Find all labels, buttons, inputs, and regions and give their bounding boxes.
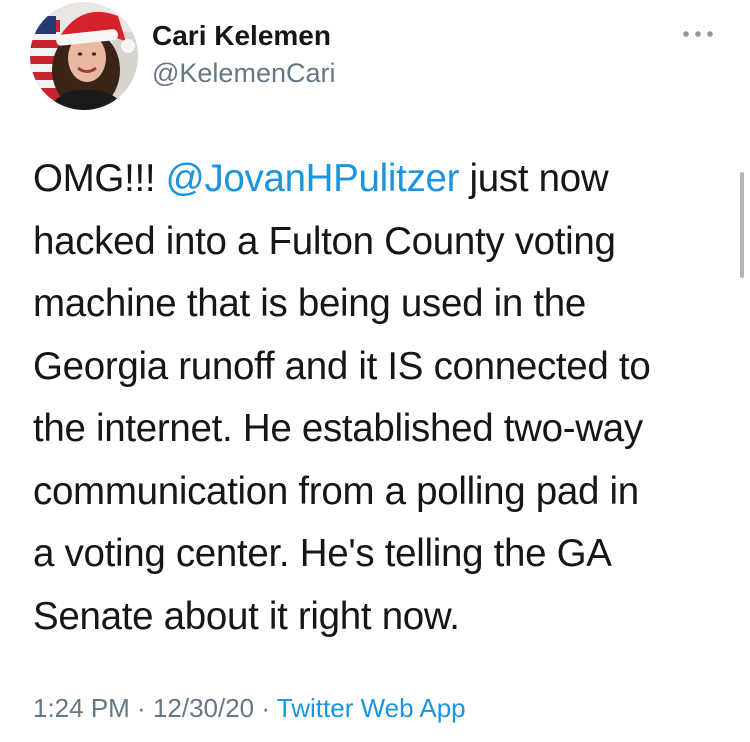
author-handle[interactable]: @KelemenCari (152, 58, 335, 89)
tweet-date[interactable]: 12/30/20 (153, 693, 254, 723)
tweet-text: OMG!!! @JovanHPulitzer just now hacked i… (33, 148, 733, 648)
tweet-source-link[interactable]: Twitter Web App (277, 693, 466, 723)
tweet-text-segment: just now (459, 157, 609, 200)
author-display-name[interactable]: Cari Kelemen (152, 20, 331, 52)
tweet-card: Cari Kelemen @KelemenCari OMG!!! @JovanH… (0, 0, 750, 742)
tweet-text-line: hacked into a Fulton County voting (33, 219, 616, 263)
tweet-text-line: machine that is being used in the (33, 282, 586, 325)
meta-separator: · (254, 693, 277, 723)
tweet-text-line: Senate about it right now. (33, 594, 460, 638)
tweet-text-line: communication from a polling pad in (33, 469, 639, 513)
tweet-time[interactable]: 1:24 PM (33, 693, 130, 723)
tweet-text-line: Georgia runoff and it IS connected to (33, 344, 651, 388)
tweet-text-intro: OMG!!! (33, 157, 166, 200)
mention-link[interactable]: @JovanHPulitzer (166, 157, 460, 200)
tweet-meta: 1:24 PM · 12/30/20 · Twitter Web App (33, 693, 466, 724)
meta-separator: · (129, 693, 153, 723)
tweet-text-line: OMG!!! @JovanHPulitzer just now (33, 148, 733, 211)
tweet-text-line: a voting center. He's telling the GA (33, 532, 612, 575)
tweet-text-line: the internet. He established two-way (33, 407, 643, 450)
avatar[interactable] (30, 2, 138, 110)
more-dots-icon[interactable] (680, 24, 716, 44)
scrollbar[interactable] (740, 172, 744, 278)
avatar-image (30, 2, 138, 110)
